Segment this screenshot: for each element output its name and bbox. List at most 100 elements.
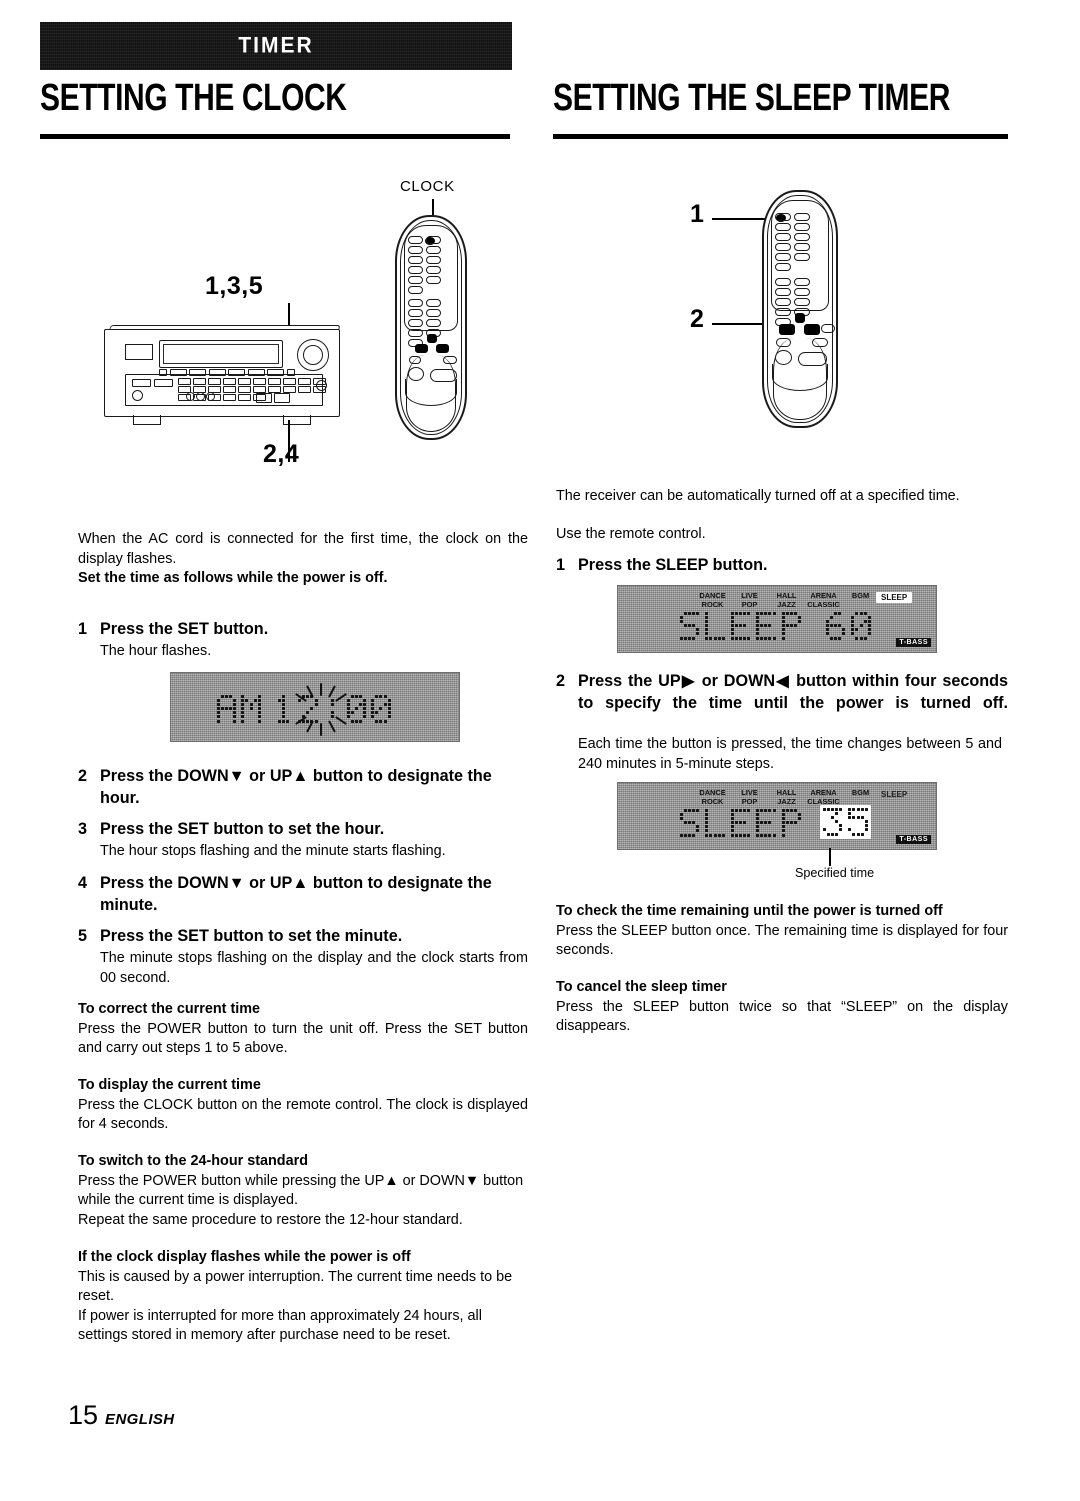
remote-key[interactable] — [408, 299, 423, 307]
cursor-up-button[interactable] — [795, 313, 805, 323]
remote-key[interactable] — [775, 233, 791, 241]
remote-key[interactable] — [426, 319, 441, 327]
remote-key[interactable] — [408, 246, 423, 254]
remote-key[interactable] — [408, 329, 423, 337]
receiver-key — [298, 386, 311, 393]
remote-key[interactable] — [794, 253, 810, 261]
display-char-colon — [323, 695, 342, 723]
receiver-jack — [196, 392, 205, 401]
sleep-intro-paragraph: The receiver can be automatically turned… — [556, 488, 960, 504]
remote-key[interactable] — [794, 223, 810, 231]
receiver-jack — [206, 392, 215, 401]
heading-rule-sleep — [553, 134, 1008, 139]
step-title: Press the DOWN▼ or UP▲ button to designa… — [100, 874, 492, 914]
remote-key[interactable] — [775, 278, 791, 286]
display-char — [826, 612, 846, 640]
remote-key[interactable] — [426, 276, 441, 284]
subsection-body: This is caused by a power interruption. … — [78, 1268, 513, 1305]
display-char — [705, 612, 725, 640]
dsp-mode-bottom: POP — [741, 600, 758, 609]
remote-key[interactable] — [775, 253, 791, 261]
receiver-key — [268, 378, 281, 385]
remote-key[interactable] — [408, 256, 423, 264]
display-char-minute-1 — [346, 695, 367, 723]
receiver-key — [223, 378, 236, 385]
remote-key[interactable] — [794, 298, 810, 306]
dsp-mode-column: BGM — [842, 788, 879, 806]
subsection-body-2: Repeat the same procedure to restore the… — [78, 1211, 463, 1228]
remote-key[interactable] — [408, 286, 423, 294]
receiver-lower-row-1 — [132, 379, 173, 387]
remote-key[interactable] — [775, 213, 791, 221]
dsp-mode-column: BGM — [842, 591, 879, 609]
receiver-small-window — [125, 344, 153, 360]
cursor-left-button[interactable] — [415, 344, 428, 353]
dsp-mode-top: DANCE — [699, 788, 726, 797]
remote-key[interactable] — [426, 246, 441, 254]
remote-key[interactable] — [408, 309, 423, 317]
down-left-button[interactable] — [779, 324, 795, 335]
sleep-step-2-detail: Each time the button is pressed, the tim… — [578, 736, 1002, 772]
step-number: 4 — [78, 874, 88, 892]
sleep-display-illustration-1: DANCE ROCK LIVE POP HALL JAZZ ARENA CLASSIC BGM … — [617, 585, 937, 653]
step-number: 2 — [556, 672, 566, 690]
cursor-right-button[interactable] — [436, 344, 449, 353]
remote-key[interactable] — [408, 319, 423, 327]
display-char-M — [241, 695, 261, 723]
remote-key[interactable] — [426, 266, 441, 274]
receiver-jack — [186, 392, 195, 401]
clock-step-2: 2 Press the DOWN▼ or UP▲ button to desig… — [78, 765, 528, 809]
remote-key[interactable] — [794, 288, 810, 296]
remote-key[interactable] — [794, 243, 810, 251]
clock-display-readout — [217, 695, 391, 723]
remote-key[interactable] — [408, 236, 423, 244]
remote-key[interactable] — [426, 299, 441, 307]
subsection-heading: To display the current time — [78, 1077, 261, 1093]
display-char — [851, 612, 871, 640]
remote-key[interactable] — [408, 266, 423, 274]
page-number: 15 — [68, 1400, 99, 1430]
subsection-heading: If the clock display flashes while the p… — [78, 1249, 411, 1265]
section-heading-setting-the-clock: SETTING THE CLOCK — [40, 76, 510, 139]
remote-key[interactable] — [775, 243, 791, 251]
up-right-button[interactable] — [804, 324, 820, 335]
subsection-clock-flashes: If the clock display flashes while the p… — [78, 1248, 528, 1346]
receiver-up-button — [274, 393, 290, 403]
step-number: 1 — [78, 620, 88, 638]
remote-key[interactable] — [426, 236, 441, 244]
receiver-display-window — [159, 340, 283, 368]
remote-key[interactable] — [794, 278, 810, 286]
receiver-key — [298, 378, 311, 385]
caption-specified-time: Specified time — [795, 866, 875, 880]
dsp-mode-top: HALL — [776, 591, 797, 600]
clock-intro-paragraph: When the AC cord is connected for the fi… — [78, 531, 528, 567]
remote-key[interactable] — [426, 309, 441, 317]
clock-step-3-detail: The hour stops flashing and the minute s… — [100, 843, 446, 859]
t-bass-indicator: T-BASS — [896, 638, 931, 647]
remote-key[interactable] — [408, 276, 423, 284]
sleep-indicator-label: SLEEP — [876, 592, 913, 603]
remote-key[interactable] — [794, 233, 810, 241]
receiver-key — [253, 386, 266, 393]
callout-number-updown: 2,4 — [263, 440, 300, 468]
step-title: Press the SET button. — [100, 620, 269, 638]
receiver-key — [283, 378, 296, 385]
receiver-key — [208, 378, 221, 385]
remote-key[interactable] — [794, 213, 810, 221]
remote-key[interactable] — [775, 288, 791, 296]
subsection-correct-current-time: To correct the current time Press the PO… — [78, 1000, 528, 1059]
remote-key[interactable] — [775, 223, 791, 231]
remote-key[interactable] — [426, 256, 441, 264]
display-char-hour-1 — [274, 695, 293, 723]
remote-key[interactable] — [775, 263, 791, 271]
step-title: Press the SET button to set the hour. — [100, 820, 385, 838]
dsp-mode-bottom: BGM — [851, 788, 870, 797]
callout-label-clock-button: CLOCK — [400, 178, 455, 195]
cursor-up-button[interactable] — [427, 334, 437, 343]
subsection-body: Press the CLOCK button on the remote con… — [78, 1096, 528, 1133]
dsp-mode-column: ARENA CLASSIC — [805, 788, 842, 806]
remote-key[interactable] — [775, 298, 791, 306]
receiver-key — [268, 386, 281, 393]
remote-key[interactable] — [821, 324, 835, 333]
remote-key[interactable] — [775, 308, 791, 316]
